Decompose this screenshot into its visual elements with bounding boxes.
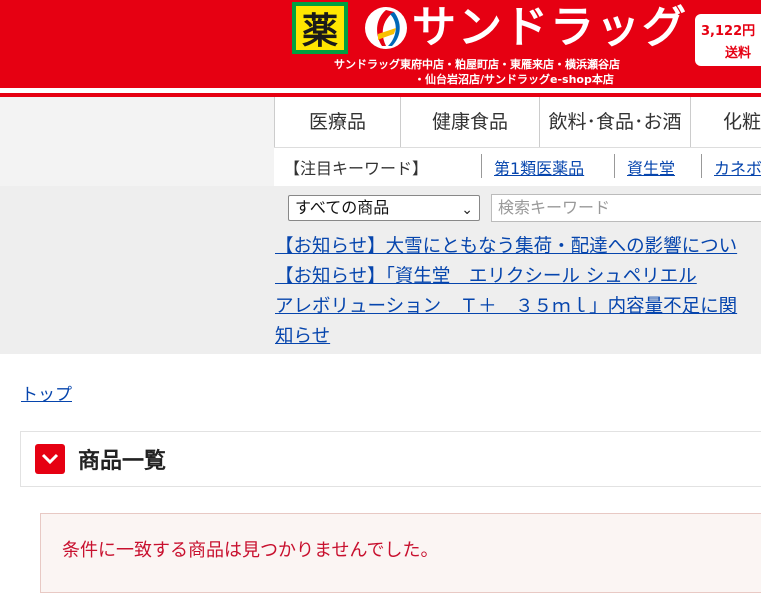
kusuri-logo-icon[interactable]: 薬: [292, 2, 348, 54]
keyword-separator: [701, 154, 702, 178]
keyword-link[interactable]: 資生堂: [627, 155, 675, 179]
nav-item-medical[interactable]: 医療品: [274, 97, 401, 147]
store-list-line1: サンドラッグ東府中店・粕屋町店・東雁来店・横浜瀬谷店: [334, 58, 620, 71]
keyword-link[interactable]: 第1類医薬品: [494, 155, 584, 179]
nav-item-health-food[interactable]: 健康食品: [401, 97, 540, 147]
nav-item-cosmetics[interactable]: 化粧: [691, 97, 761, 147]
category-select[interactable]: すべての商品 ⌄: [288, 195, 480, 221]
keyword-separator: [481, 154, 482, 178]
store-list-line2: ・仙台岩沼店/サンドラッグe-shop本店: [414, 73, 614, 86]
notice-link[interactable]: 知らせ: [275, 322, 330, 352]
chevron-down-icon: ⌄: [461, 202, 473, 218]
promo-price: 3,122円: [701, 24, 756, 39]
keyword-separator: [614, 154, 615, 178]
sundrug-logo-icon[interactable]: [364, 4, 408, 52]
notice-link[interactable]: アレボリューション Ｔ＋ ３５ｍｌ」内容量不足に関: [275, 292, 737, 322]
site-logo-text[interactable]: サンドラッグ: [412, 0, 688, 56]
empty-result-message: 条件に一致する商品は見つかりませんでした。: [62, 540, 439, 561]
nav-left-spacer: [0, 97, 274, 186]
notice-link[interactable]: 【お知らせ】大雪にともなう集荷・配達への影響につい: [275, 232, 737, 262]
chevron-down-icon: [35, 444, 65, 474]
nav-item-drinks-food[interactable]: 飲料･食品･お酒: [540, 97, 691, 147]
promo-label: 送料: [725, 46, 752, 61]
kusuri-char: 薬: [296, 6, 344, 52]
page-title: 商品一覧: [78, 449, 167, 474]
search-input[interactable]: 検索キーワード: [491, 194, 761, 222]
notice-link[interactable]: 【お知らせ】「資生堂 エリクシール シュペリエル: [275, 262, 697, 292]
breadcrumb-top[interactable]: トップ: [21, 380, 72, 405]
category-select-value: すべての商品: [295, 198, 390, 217]
keyword-label: 【注目キーワード】: [284, 159, 429, 178]
keyword-link[interactable]: カネボ: [714, 155, 761, 179]
